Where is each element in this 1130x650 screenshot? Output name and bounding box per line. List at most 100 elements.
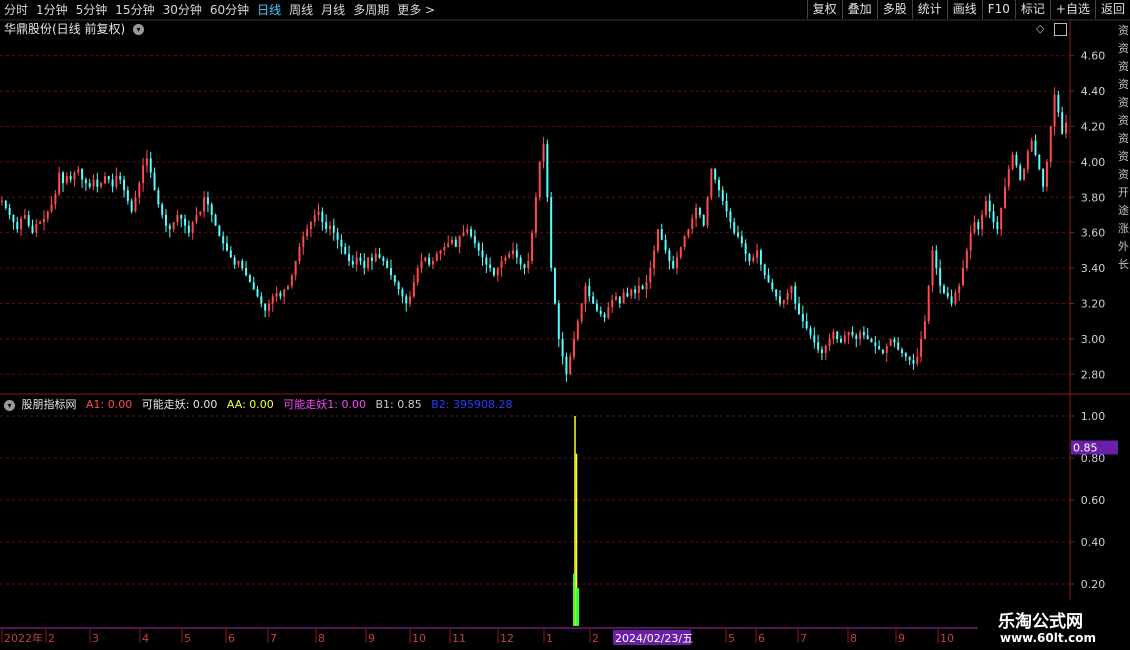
candle-body [855, 335, 858, 339]
candle-body [744, 243, 747, 254]
candle-body [809, 328, 812, 336]
candle-body [298, 246, 301, 262]
candle-body [416, 268, 419, 283]
candle-body [576, 321, 579, 339]
candle-body [588, 285, 591, 297]
candle-body [363, 261, 366, 269]
candle-body [313, 215, 316, 223]
candle-body [294, 261, 297, 276]
candle-body [386, 261, 389, 269]
candle-body [950, 296, 953, 304]
candle-body [157, 190, 160, 205]
candle-body [348, 253, 351, 262]
candle-body [481, 250, 484, 258]
candle-body [683, 236, 686, 247]
candle-body [359, 257, 362, 262]
candle-body [344, 246, 347, 254]
candle-body [1049, 126, 1052, 162]
price-tick-label: 4.60 [1081, 50, 1106, 63]
candle-body [473, 236, 476, 244]
candle-body [4, 200, 7, 208]
candle-body [46, 211, 49, 219]
candle-body [397, 282, 400, 290]
candle-body [611, 299, 614, 308]
candle-body [54, 193, 57, 205]
candle-body [973, 222, 976, 233]
date-tick-label: 7 [800, 632, 807, 645]
date-tick-label: 8 [850, 632, 857, 645]
candle-body [836, 331, 839, 339]
candle-body [702, 215, 705, 226]
indicator-tick-label: 0.60 [1081, 494, 1106, 507]
date-tick-label: 10 [412, 632, 426, 645]
candle-body [321, 211, 324, 223]
candle-body [965, 250, 968, 269]
candle-body [23, 215, 26, 219]
candle-body [1057, 94, 1060, 113]
indicator-bar-green [573, 573, 575, 626]
candle-body [77, 168, 80, 173]
candle-body [614, 296, 617, 300]
candle-body [592, 296, 595, 304]
candle-body [573, 338, 576, 357]
candle-body [176, 215, 179, 223]
candle-body [519, 257, 522, 265]
date-tick-label: 9 [368, 632, 375, 645]
candle-body [62, 172, 65, 184]
candle-body [767, 275, 770, 283]
candle-body [27, 215, 30, 226]
candle-body [725, 200, 728, 212]
candle-body [20, 218, 23, 230]
candle-body [801, 314, 804, 322]
candle-body [355, 257, 358, 265]
candle-body [199, 211, 202, 215]
candle-body [145, 158, 148, 166]
candle-body [885, 345, 888, 354]
candle-body [908, 356, 911, 361]
candle-body [279, 292, 282, 297]
candle-body [466, 229, 469, 233]
date-tick-label: 5 [728, 632, 735, 645]
candle-body [42, 218, 45, 223]
candle-body [107, 176, 110, 180]
watermark-url: www.60lt.com [1000, 631, 1097, 645]
candle-body [340, 239, 343, 247]
kline-chart[interactable]: 4.60 4.40 4.20 4.00 3.80 3.60 3.40 3.20 3.00 2.80… [0, 0, 1130, 650]
candle-body [191, 222, 194, 233]
candle-body [790, 285, 793, 293]
date-tick-label: 3 [92, 632, 99, 645]
candle-body [1026, 151, 1029, 169]
candle-body [153, 172, 156, 191]
candle-body [798, 303, 801, 315]
candle-body [172, 222, 175, 230]
candle-body [195, 215, 198, 223]
candle-body [759, 250, 762, 265]
candle-body [901, 349, 904, 354]
candle-body [115, 176, 118, 187]
candle-body [256, 289, 259, 297]
candle-body [164, 215, 167, 226]
date-tick-label: 4 [142, 632, 149, 645]
candle-body [618, 296, 621, 304]
date-tick-label: 2 [48, 632, 55, 645]
indicator-tick-label: 1.00 [1081, 410, 1106, 423]
candle-body [126, 190, 129, 201]
candle-body [641, 285, 644, 290]
candle-body [748, 253, 751, 262]
candle-body [1003, 186, 1006, 208]
candle-body [729, 211, 732, 223]
candle-body [881, 349, 884, 354]
candle-body [462, 232, 465, 237]
candle-body [531, 232, 534, 262]
candle-body [248, 275, 251, 283]
candle-body [92, 179, 95, 187]
candle-body [672, 261, 675, 269]
candle-body [1034, 140, 1037, 155]
candle-body [550, 197, 553, 269]
price-tick-label: 3.80 [1081, 191, 1106, 204]
candle-body [58, 172, 61, 194]
candle-body [206, 197, 209, 205]
date-tick-label: 5 [184, 632, 191, 645]
date-tick-label: 7 [270, 632, 277, 645]
candle-body [862, 331, 865, 336]
